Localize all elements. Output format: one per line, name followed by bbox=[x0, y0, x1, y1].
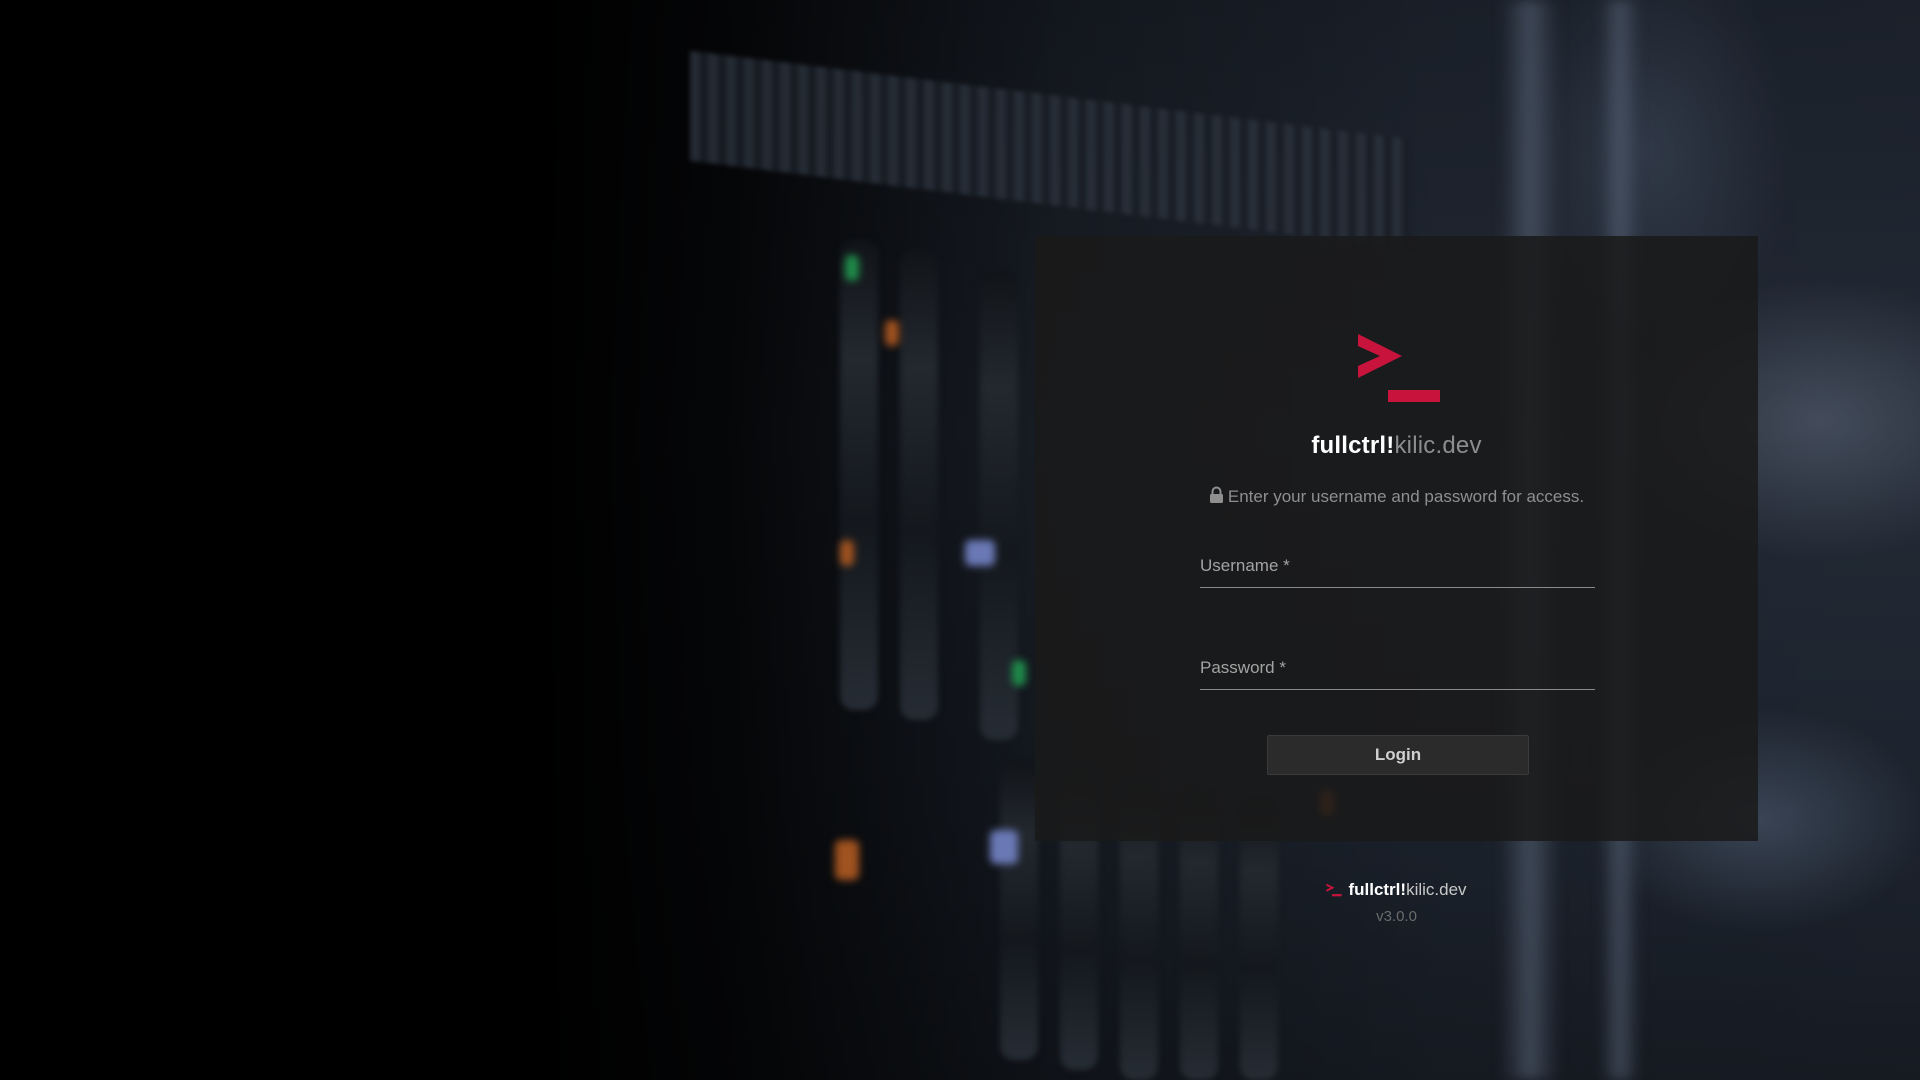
login-page: fullctrl!kilic.dev Enter your username a… bbox=[0, 0, 1920, 1080]
lock-icon bbox=[1209, 486, 1223, 503]
background-led bbox=[840, 540, 854, 566]
brand-name-light: kilic.dev bbox=[1394, 432, 1482, 459]
background-drive-slot bbox=[1000, 760, 1038, 1060]
footer-name-bold: fullctrl! bbox=[1348, 880, 1407, 899]
username-input[interactable] bbox=[1200, 548, 1595, 587]
brand-name-bold: fullctrl! bbox=[1311, 432, 1395, 459]
background-drive-slot bbox=[1240, 800, 1278, 1080]
background-led bbox=[835, 840, 859, 880]
background-led bbox=[1012, 660, 1026, 686]
login-card: fullctrl!kilic.dev Enter your username a… bbox=[1035, 236, 1758, 841]
brand-title: fullctrl!kilic.dev bbox=[1035, 432, 1758, 460]
background-led bbox=[965, 540, 995, 566]
footer: fullctrl!kilic.dev v3.0.0 bbox=[1035, 880, 1758, 925]
version-label: v3.0.0 bbox=[1376, 908, 1417, 925]
background-drive-slot bbox=[840, 240, 878, 710]
background-led bbox=[845, 255, 859, 281]
login-button[interactable]: Login bbox=[1267, 735, 1529, 775]
background-drive-slot bbox=[900, 250, 938, 720]
terminal-prompt-icon bbox=[1326, 883, 1343, 897]
login-hint-text: Enter your username and password for acc… bbox=[1227, 487, 1585, 506]
background-led bbox=[885, 320, 899, 346]
login-hint: Enter your username and password for acc… bbox=[1035, 486, 1758, 507]
username-field[interactable]: Username * bbox=[1200, 548, 1595, 588]
terminal-prompt-icon bbox=[1358, 334, 1440, 402]
password-input[interactable] bbox=[1200, 650, 1595, 689]
footer-brand: fullctrl!kilic.dev bbox=[1326, 880, 1467, 900]
background-led bbox=[990, 830, 1018, 864]
password-field[interactable]: Password * bbox=[1200, 650, 1595, 690]
footer-name-light: kilic.dev bbox=[1406, 880, 1467, 899]
